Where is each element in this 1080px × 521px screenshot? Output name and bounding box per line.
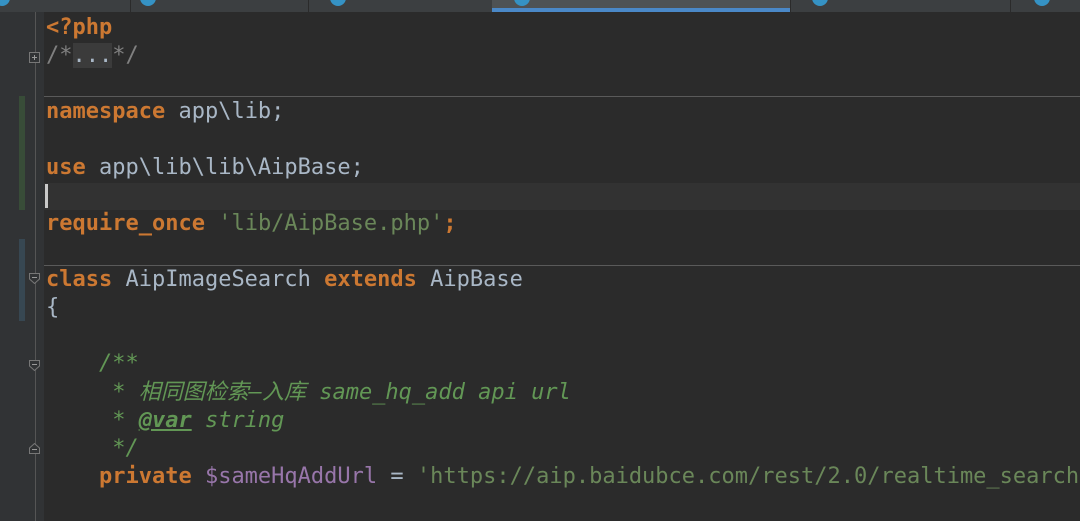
editor-tab[interactable]	[1010, 0, 1080, 12]
code-line-use: use app\lib\lib\AipBase;	[46, 154, 364, 182]
extends-keyword: extends	[324, 267, 417, 292]
method-separator	[44, 96, 1080, 97]
comment-end: */	[112, 43, 139, 68]
php-file-icon	[330, 0, 346, 6]
private-keyword: private	[98, 464, 192, 489]
code-line-2: /*...*/	[46, 42, 139, 70]
doc-comment-description: * 相同图检索—入库 same_hq_add api url	[46, 380, 571, 405]
assign-operator: =	[377, 464, 417, 489]
code-line-require: require_once 'lib/AipBase.php';	[46, 210, 457, 238]
class-keyword: class	[46, 267, 113, 292]
code-line-property: private $sameHqAddUrl = 'https://aip.bai…	[46, 463, 1080, 491]
require-path-string: 'lib/AipBase.php'	[218, 211, 444, 236]
doc-var-type: string	[191, 408, 285, 433]
open-brace: {	[46, 295, 60, 320]
code-line-class: class AipImageSearch extends AipBase	[46, 266, 523, 294]
php-file-icon	[1034, 0, 1050, 6]
semicolon: ;	[443, 211, 457, 236]
doc-comment-star: *	[46, 408, 139, 433]
code-line-doc-close: */	[46, 435, 139, 463]
code-line-open-brace: {	[46, 294, 59, 322]
use-path: app\lib\lib\AipBase;	[85, 155, 364, 180]
class-name: AipImageSearch	[112, 267, 325, 292]
code-line-doc-open: /**	[46, 350, 139, 378]
fold-start-icon[interactable]	[29, 360, 40, 371]
editor-tab[interactable]: php	[130, 0, 309, 12]
code-line-doc-var: * @var string	[46, 407, 284, 435]
fold-start-icon[interactable]	[29, 273, 40, 284]
current-line-highlight	[44, 183, 1080, 210]
namespace-path: app\lib;	[165, 99, 285, 124]
php-open-tag: <?php	[46, 15, 113, 40]
doc-comment-open: /**	[46, 351, 139, 376]
folded-region[interactable]: ...	[72, 43, 113, 68]
property-variable: $sameHqAddUrl	[191, 464, 378, 489]
editor-tab-bar: php php php php php	[0, 0, 1080, 12]
use-keyword: use	[46, 155, 86, 180]
editor-tab-active[interactable]: php	[492, 0, 791, 12]
comment-start: /*	[46, 43, 73, 68]
php-file-icon	[812, 0, 828, 6]
fold-end-icon[interactable]	[29, 443, 40, 454]
code-line-doc-desc: * 相同图检索—入库 same_hq_add api url	[46, 379, 571, 407]
editor-tab[interactable]: php	[0, 0, 131, 12]
require-once-keyword: require_once	[46, 211, 205, 236]
php-file-icon	[514, 0, 530, 6]
vcs-modified-marker	[19, 239, 25, 321]
parent-class-name: AipBase	[416, 267, 523, 292]
fold-expand-icon[interactable]	[29, 52, 40, 63]
editor-tab[interactable]: php	[308, 0, 493, 12]
editor-tab[interactable]: php	[790, 0, 1011, 12]
doc-var-tag: @var	[138, 408, 192, 433]
url-string: 'https://aip.baidubce.com/rest/2.0/realt…	[416, 464, 1080, 489]
code-line-1: <?php	[46, 14, 112, 42]
namespace-keyword: namespace	[46, 99, 166, 124]
text-caret[interactable]	[45, 184, 48, 208]
php-file-icon	[0, 0, 10, 6]
php-file-icon	[140, 0, 156, 6]
code-line-namespace: namespace app\lib;	[46, 98, 284, 126]
vcs-added-marker	[19, 96, 25, 210]
doc-comment-close: */	[46, 436, 139, 461]
